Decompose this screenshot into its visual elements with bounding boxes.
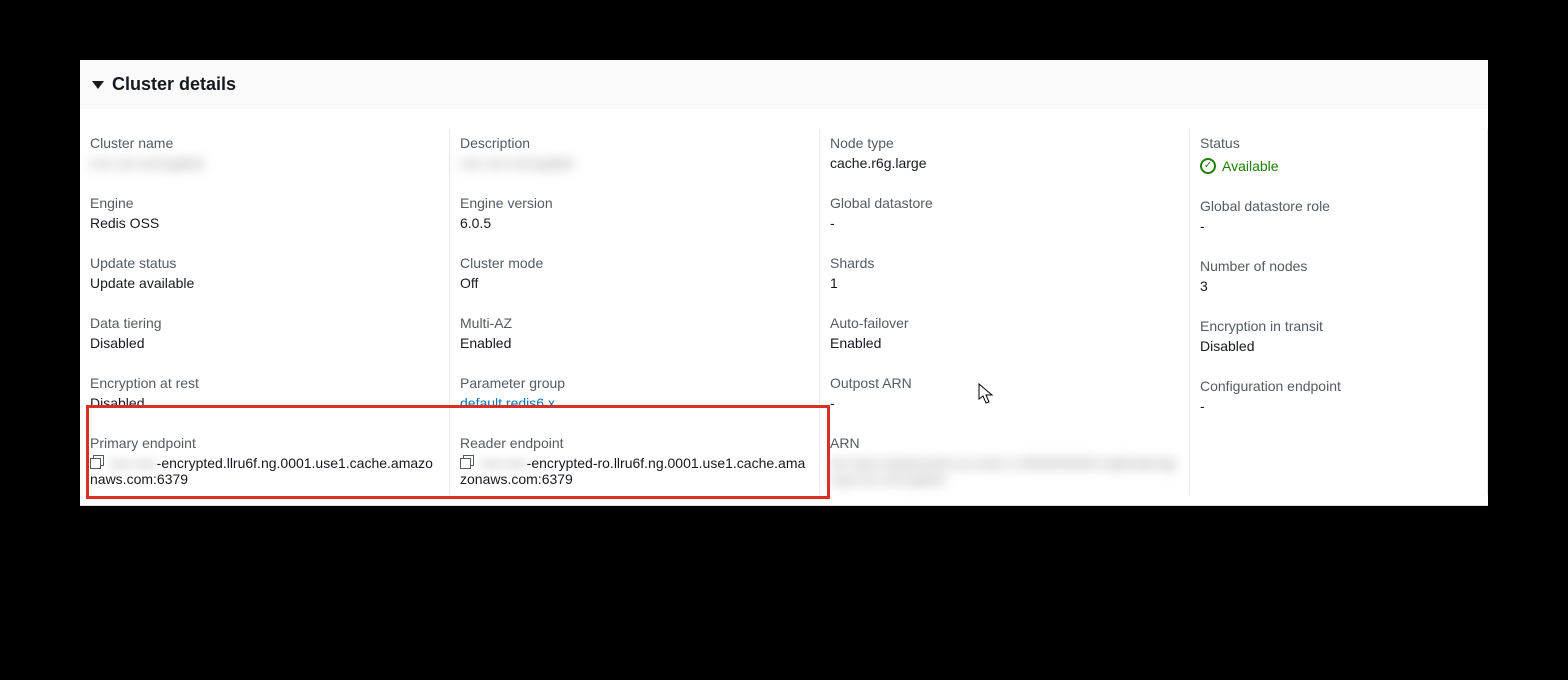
column-2: Description xxx-xxx-encrypted Engine ver… [450, 129, 820, 495]
global-datastore-role-label: Global datastore role [1200, 198, 1477, 214]
status-label: Status [1200, 135, 1477, 151]
data-tiering-cell: Data tiering Disabled [90, 309, 439, 369]
engine-label: Engine [90, 195, 439, 211]
data-tiering-label: Data tiering [90, 315, 439, 331]
cluster-mode-cell: Cluster mode Off [460, 249, 809, 309]
reader-endpoint-value: xxx-xxx-encrypted-ro.llru6f.ng.0001.use1… [460, 455, 809, 487]
copy-icon[interactable] [90, 455, 104, 469]
node-type-value: cache.r6g.large [830, 155, 1179, 171]
column-3: Node type cache.r6g.large Global datasto… [820, 129, 1190, 495]
encryption-in-transit-value: Disabled [1200, 338, 1477, 354]
cluster-mode-value: Off [460, 275, 809, 291]
description-cell: Description xxx-xxx-encrypted [460, 129, 809, 189]
number-of-nodes-value: 3 [1200, 278, 1477, 294]
global-datastore-cell: Global datastore - [830, 189, 1179, 249]
multi-az-cell: Multi-AZ Enabled [460, 309, 809, 369]
global-datastore-label: Global datastore [830, 195, 1179, 211]
auto-failover-label: Auto-failover [830, 315, 1179, 331]
reader-endpoint-prefix: xxx-xxx [480, 455, 527, 471]
primary-endpoint-label: Primary endpoint [90, 435, 439, 451]
arn-value: arn:aws:elasticache:us-east-1:0000000000… [830, 455, 1179, 487]
update-status-value: Update available [90, 275, 439, 291]
reader-endpoint-label: Reader endpoint [460, 435, 809, 451]
cluster-mode-label: Cluster mode [460, 255, 809, 271]
primary-endpoint-prefix: xxx-xxx [110, 455, 157, 471]
panel-header[interactable]: Cluster details [80, 60, 1488, 109]
outpost-arn-cell: Outpost ARN - [830, 369, 1179, 429]
shards-value: 1 [830, 275, 1179, 291]
reader-endpoint-cell: Reader endpoint xxx-xxx-encrypted-ro.llr… [460, 429, 809, 495]
engine-version-cell: Engine version 6.0.5 [460, 189, 809, 249]
arn-cell: ARN arn:aws:elasticache:us-east-1:000000… [830, 429, 1179, 495]
caret-down-icon [92, 81, 104, 89]
status-cell: Status ✓ Available [1200, 129, 1477, 192]
description-value: xxx-xxx-encrypted [460, 155, 809, 171]
shards-label: Shards [830, 255, 1179, 271]
engine-version-value: 6.0.5 [460, 215, 809, 231]
outpost-arn-label: Outpost ARN [830, 375, 1179, 391]
configuration-endpoint-cell: Configuration endpoint - [1200, 372, 1477, 432]
engine-cell: Engine Redis OSS [90, 189, 439, 249]
check-circle-icon: ✓ [1200, 158, 1216, 174]
outpost-arn-value: - [830, 395, 1179, 411]
encryption-at-rest-value: Disabled [90, 395, 439, 411]
copy-icon[interactable] [460, 455, 474, 469]
global-datastore-value: - [830, 215, 1179, 231]
global-datastore-role-cell: Global datastore role - [1200, 192, 1477, 252]
auto-failover-value: Enabled [830, 335, 1179, 351]
data-tiering-value: Disabled [90, 335, 439, 351]
cluster-details-panel: Cluster details Cluster name xxx-xxx-enc… [80, 60, 1488, 506]
update-status-cell: Update status Update available [90, 249, 439, 309]
encryption-at-rest-cell: Encryption at rest Disabled [90, 369, 439, 429]
engine-version-label: Engine version [460, 195, 809, 211]
parameter-group-cell: Parameter group default.redis6.x [460, 369, 809, 429]
primary-endpoint-cell: Primary endpoint xxx-xxx-encrypted.llru6… [90, 429, 439, 495]
number-of-nodes-label: Number of nodes [1200, 258, 1477, 274]
primary-endpoint-value: xxx-xxx-encrypted.llru6f.ng.0001.use1.ca… [90, 455, 439, 487]
multi-az-label: Multi-AZ [460, 315, 809, 331]
description-label: Description [460, 135, 809, 151]
global-datastore-role-value: - [1200, 218, 1477, 234]
column-4: Status ✓ Available Global datastore role… [1190, 129, 1488, 495]
engine-value: Redis OSS [90, 215, 439, 231]
encryption-in-transit-label: Encryption in transit [1200, 318, 1477, 334]
node-type-cell: Node type cache.r6g.large [830, 129, 1179, 189]
shards-cell: Shards 1 [830, 249, 1179, 309]
status-text: Available [1222, 158, 1279, 174]
number-of-nodes-cell: Number of nodes 3 [1200, 252, 1477, 312]
status-value: ✓ Available [1200, 158, 1279, 174]
encryption-in-transit-cell: Encryption in transit Disabled [1200, 312, 1477, 372]
parameter-group-label: Parameter group [460, 375, 809, 391]
column-1: Cluster name xxx-xxx-encrypted Engine Re… [80, 129, 450, 495]
arn-label: ARN [830, 435, 1179, 451]
configuration-endpoint-label: Configuration endpoint [1200, 378, 1477, 394]
section-title: Cluster details [112, 74, 236, 95]
parameter-group-value[interactable]: default.redis6.x [460, 395, 809, 411]
cluster-name-label: Cluster name [90, 135, 439, 151]
multi-az-value: Enabled [460, 335, 809, 351]
details-grid: Cluster name xxx-xxx-encrypted Engine Re… [80, 109, 1488, 505]
encryption-at-rest-label: Encryption at rest [90, 375, 439, 391]
update-status-label: Update status [90, 255, 439, 271]
cluster-name-value: xxx-xxx-encrypted [90, 155, 439, 171]
configuration-endpoint-value: - [1200, 398, 1477, 414]
auto-failover-cell: Auto-failover Enabled [830, 309, 1179, 369]
node-type-label: Node type [830, 135, 1179, 151]
cluster-name-cell: Cluster name xxx-xxx-encrypted [90, 129, 439, 189]
